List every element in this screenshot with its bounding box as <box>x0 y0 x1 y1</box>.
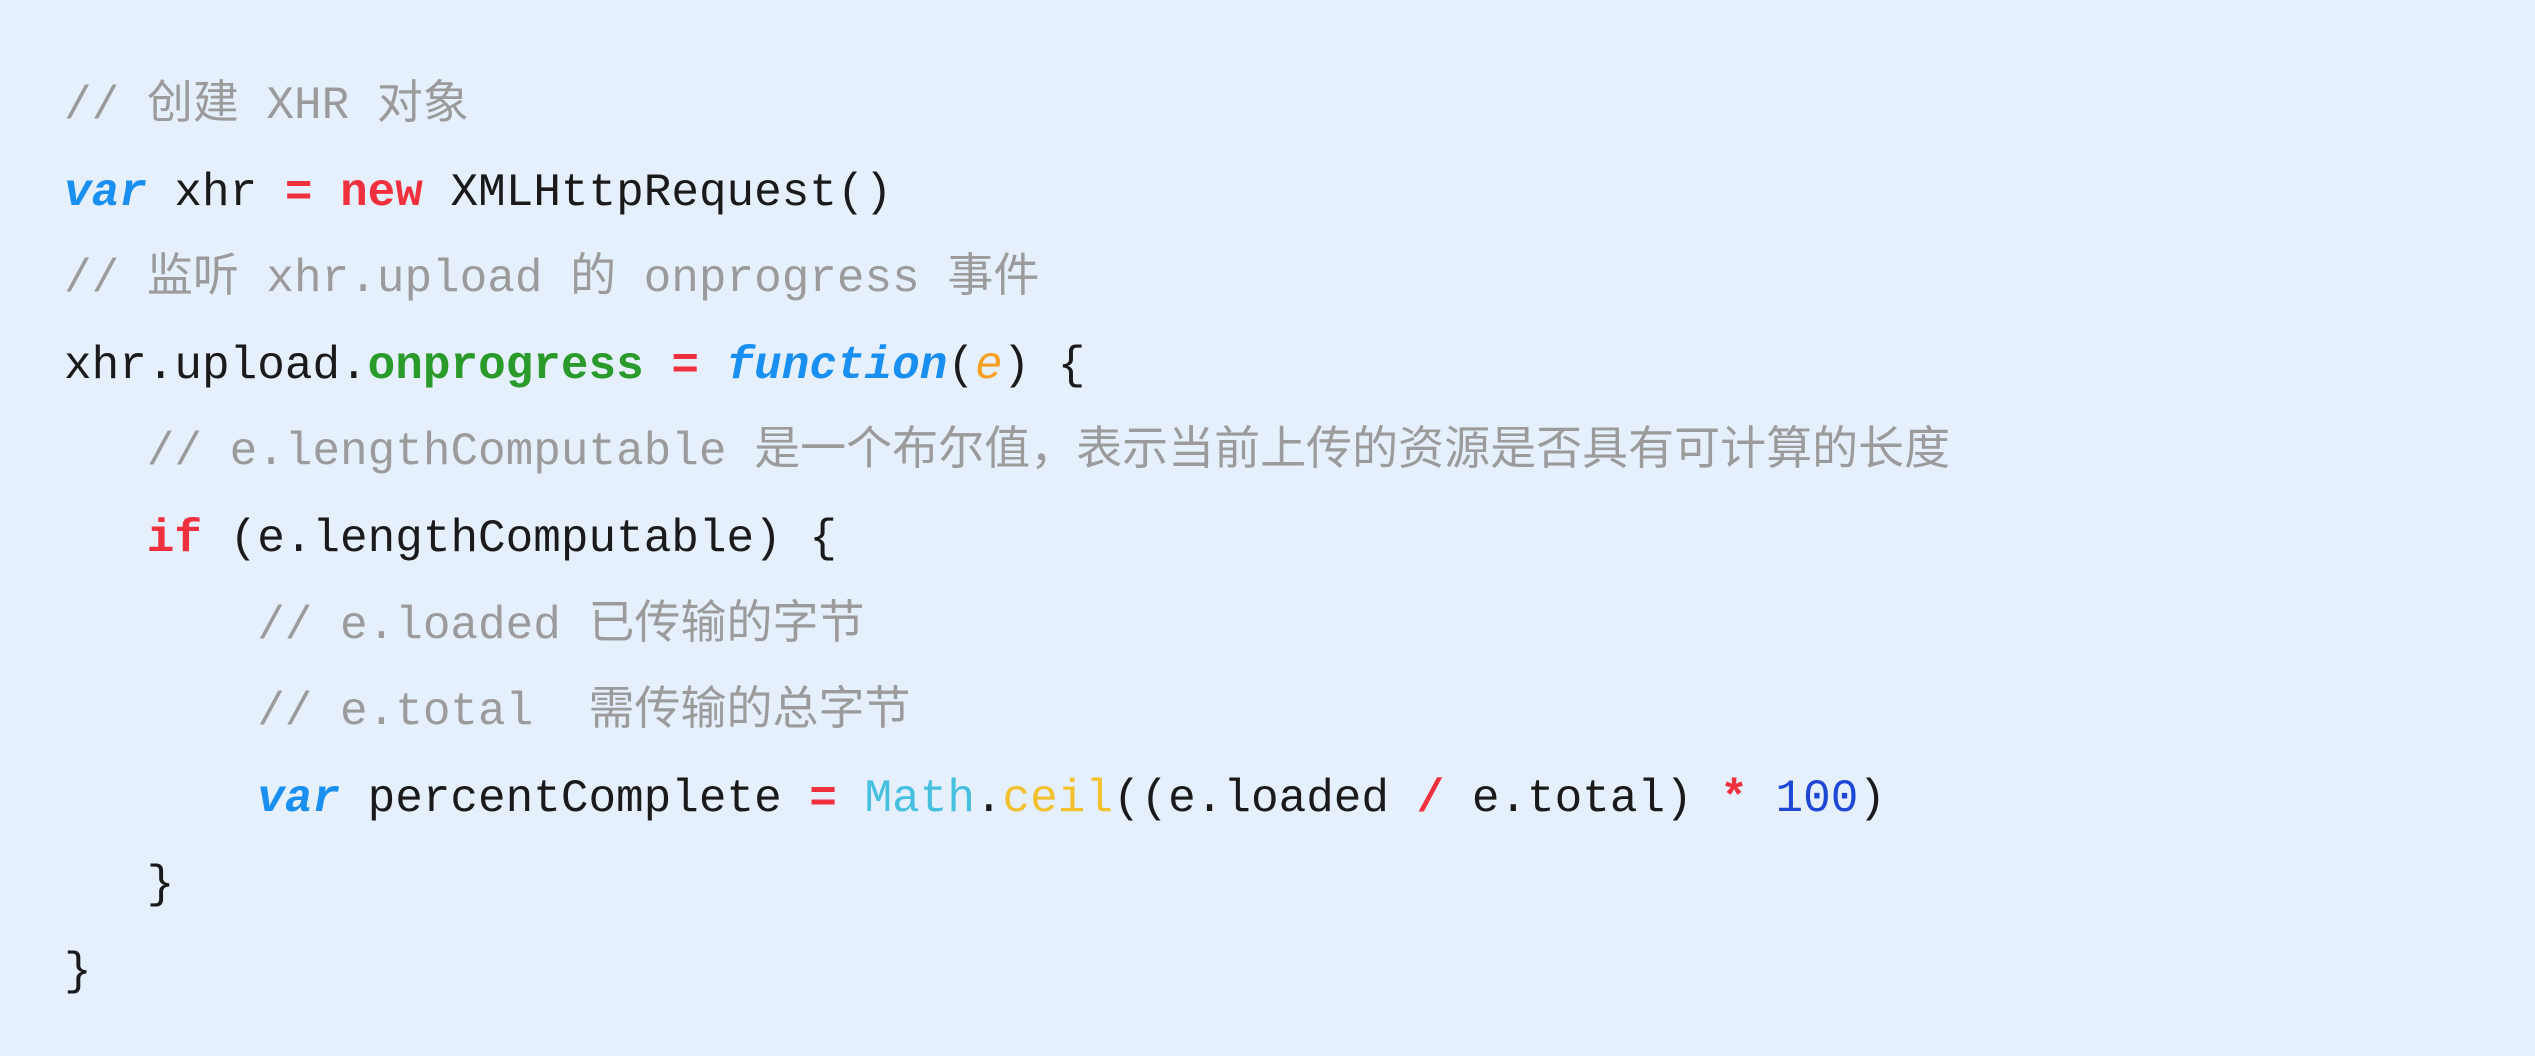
code-token-comment: // e.total 需传输的总字节 <box>257 686 911 739</box>
code-token-prop: onprogress <box>367 339 644 392</box>
code-token-plain: ( <box>947 339 975 392</box>
code-line: var percentComplete = Math.ceil((e.loade… <box>64 756 2464 843</box>
code-line: // e.lengthComputable 是一个布尔值，表示当前上传的资源是否… <box>64 409 2464 496</box>
code-token-op: * <box>1720 772 1748 825</box>
code-token-plain: ((e.loaded <box>1112 772 1417 825</box>
code-token-comment: // 监听 xhr.upload 的 onprogress 事件 <box>64 253 1040 306</box>
code-line: } <box>64 929 2464 1016</box>
code-token-op: / <box>1416 772 1445 825</box>
code-token-number: 100 <box>1775 772 1859 825</box>
code-token-keyword: function <box>726 339 948 392</box>
code-token-keyword: var <box>64 166 147 219</box>
code-token-builtin: Math <box>864 772 975 825</box>
code-line: // e.total 需传输的总字节 <box>64 669 2464 756</box>
code-token-keyword: var <box>257 772 341 825</box>
code-token-comment: // 创建 XHR 对象 <box>64 80 469 132</box>
code-line: // e.loaded 已传输的字节 <box>64 583 2464 670</box>
code-token-plain: e.total) <box>1444 772 1721 825</box>
code-block: // 创建 XHR 对象 var xhr = new XMLHttpRequest… <box>64 63 2464 1016</box>
code-token-plain: . <box>974 772 1003 825</box>
code-token-op: = <box>671 339 699 392</box>
code-token-plain: percentComplete <box>340 772 810 825</box>
code-token-comment: // e.loaded 已传输的字节 <box>257 599 865 652</box>
code-token-plain: } <box>146 859 175 912</box>
code-token-op: = <box>284 166 313 219</box>
code-line: var xhr = new XMLHttpRequest() <box>64 150 2464 237</box>
code-line: // 监听 xhr.upload 的 onprogress 事件 <box>64 236 2464 323</box>
code-token-method: ceil <box>1002 772 1113 825</box>
code-line: } <box>64 842 2464 929</box>
code-token-new: if <box>146 512 203 565</box>
code-line: // 创建 XHR 对象 <box>64 63 2464 150</box>
code-token-plain: ) { <box>1002 339 1086 392</box>
code-token-plain: xhr <box>146 166 285 219</box>
code-token-plain: XMLHttpRequest() <box>422 166 893 219</box>
code-token-new: new <box>340 166 423 219</box>
code-token-op: = <box>809 772 837 825</box>
code-token-plain: (e.lengthComputable) { <box>202 512 837 565</box>
code-token-plain: xhr.upload. <box>64 339 368 392</box>
code-line: xhr.upload.onprogress = function(e) { <box>64 323 2464 410</box>
code-token-plain: ) <box>1858 772 1886 825</box>
code-token-plain: } <box>64 945 92 998</box>
code-token-param: e <box>974 339 1003 392</box>
code-token-comment: // e.lengthComputable 是一个布尔值，表示当前上传的资源是否… <box>146 426 1951 479</box>
code-line: if (e.lengthComputable) { <box>64 496 2464 583</box>
